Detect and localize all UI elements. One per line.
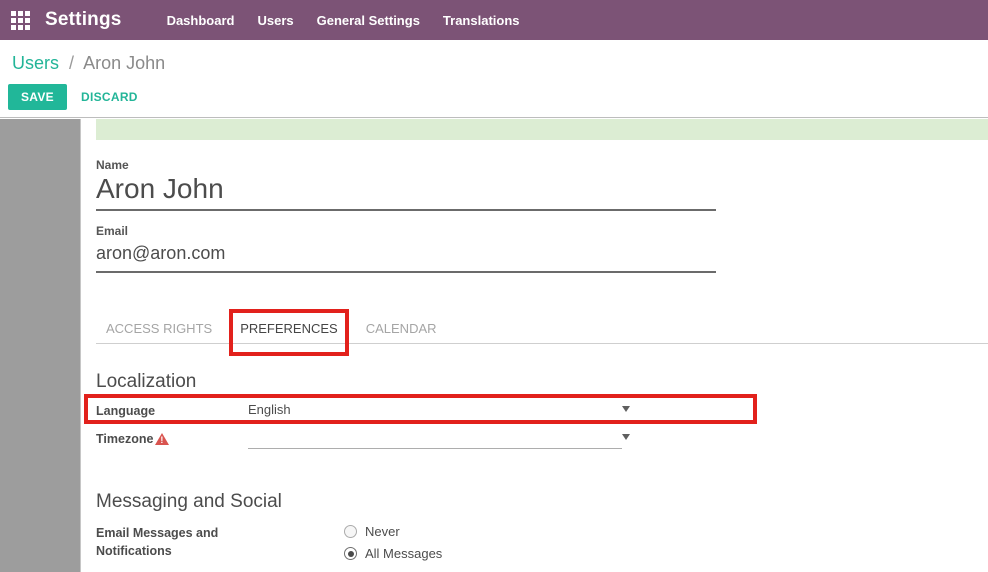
radio-unselected-icon[interactable]	[344, 525, 357, 538]
menu-item-users[interactable]: Users	[257, 13, 293, 28]
radio-option-all-messages[interactable]: All Messages	[344, 546, 442, 561]
tab-preferences[interactable]: PREFERENCES	[240, 321, 338, 343]
menu-item-general-settings[interactable]: General Settings	[317, 13, 420, 28]
tab-calendar[interactable]: CALENDAR	[366, 321, 437, 343]
save-button[interactable]: SAVE	[8, 84, 67, 110]
app-title: Settings	[45, 9, 122, 31]
radio-never-label: Never	[365, 524, 400, 539]
language-select[interactable]: English	[248, 402, 631, 421]
content-area: Name Aron John Email aron@aron.com ACCES…	[0, 119, 988, 572]
left-gutter	[0, 119, 80, 572]
radio-selected-icon[interactable]	[344, 547, 357, 560]
caret-down-icon[interactable]	[622, 434, 630, 444]
notebook-tabs: ACCESS RIGHTS PREFERENCES CALENDAR	[96, 321, 988, 344]
control-panel: Users / Aron John SAVE DISCARD	[0, 40, 988, 118]
notifications-row: Email Messages and Notifications Never A…	[96, 524, 631, 561]
navbar-menu: Dashboard Users General Settings Transla…	[167, 13, 520, 28]
notifications-radio-group: Never All Messages	[344, 524, 442, 561]
localization-section-title: Localization	[96, 371, 988, 393]
name-field-label: Name	[96, 158, 988, 172]
timezone-value[interactable]	[248, 430, 622, 449]
radio-all-messages-label: All Messages	[365, 546, 442, 561]
breadcrumb-separator: /	[69, 53, 74, 73]
breadcrumb-users-link[interactable]: Users	[12, 53, 59, 73]
tab-access-rights[interactable]: ACCESS RIGHTS	[106, 321, 212, 343]
form-sheet: Name Aron John Email aron@aron.com ACCES…	[80, 119, 988, 572]
name-input[interactable]: Aron John	[96, 172, 716, 211]
timezone-label: Timezone	[96, 430, 248, 446]
timezone-label-text: Timezone	[96, 432, 153, 446]
menu-item-translations[interactable]: Translations	[443, 13, 520, 28]
apps-grid-icon[interactable]	[11, 11, 30, 30]
control-panel-buttons: SAVE DISCARD	[8, 84, 138, 110]
language-value[interactable]: English	[248, 402, 622, 421]
notifications-label: Email Messages and Notifications	[96, 524, 248, 560]
top-navbar: Settings Dashboard Users General Setting…	[0, 0, 988, 40]
breadcrumb: Users / Aron John	[12, 53, 165, 74]
radio-option-never[interactable]: Never	[344, 524, 442, 539]
timezone-select[interactable]	[248, 430, 631, 449]
breadcrumb-current: Aron John	[83, 53, 165, 73]
messaging-section-title: Messaging and Social	[96, 491, 988, 513]
green-status-banner	[96, 119, 988, 140]
caret-down-icon[interactable]	[622, 406, 630, 416]
email-field-label: Email	[96, 224, 988, 238]
language-label: Language	[96, 402, 248, 418]
timezone-row: Timezone	[96, 430, 631, 449]
language-row: Language English	[96, 402, 631, 421]
menu-item-dashboard[interactable]: Dashboard	[167, 13, 235, 28]
email-input[interactable]: aron@aron.com	[96, 238, 716, 273]
warning-triangle-icon	[155, 433, 169, 445]
discard-button[interactable]: DISCARD	[81, 90, 138, 104]
